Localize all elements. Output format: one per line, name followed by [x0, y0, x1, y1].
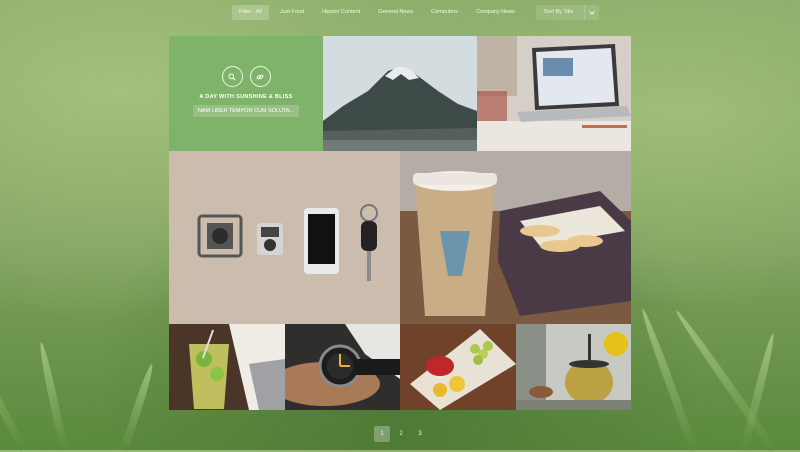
- featured-item-overlay[interactable]: A DAY WITH SUNSHINE & BLISS NAM LIBER TE…: [169, 36, 323, 151]
- page-1-button[interactable]: 1: [374, 426, 390, 442]
- sort-dropdown-label: Sort By Title: [543, 9, 574, 15]
- portfolio-item-mountain[interactable]: [323, 36, 477, 151]
- permalink-button[interactable]: [249, 66, 271, 87]
- page-2-button[interactable]: 2: [393, 426, 409, 442]
- portfolio-item-watch[interactable]: [285, 324, 400, 410]
- portfolio-item-laptop[interactable]: [477, 36, 631, 151]
- portfolio-grid: A DAY WITH SUNSHINE & BLISS NAM LIBER TE…: [169, 36, 631, 410]
- mountain-image: [323, 36, 477, 151]
- overlay-actions: [221, 66, 271, 87]
- pagination: 1 2 3: [374, 426, 428, 442]
- zoom-button[interactable]: [221, 66, 243, 87]
- grass-blade: [0, 324, 28, 452]
- gear-image: [169, 151, 400, 324]
- laptop-image: [477, 36, 631, 151]
- portfolio-item-gear[interactable]: [169, 151, 400, 324]
- search-icon: [228, 68, 236, 86]
- filter-bar: Filter - All Just Food Hipster Content G…: [232, 5, 599, 20]
- filter-hipster-content-button[interactable]: Hipster Content: [315, 5, 367, 20]
- watch-image: [285, 324, 400, 410]
- tea-image: [516, 324, 631, 410]
- grass-blade: [120, 363, 156, 452]
- drink-image: [169, 324, 285, 410]
- portfolio-item-tea[interactable]: [516, 324, 631, 410]
- page-3-button[interactable]: 3: [412, 426, 428, 442]
- sort-dropdown[interactable]: Sort By Title: [535, 5, 599, 20]
- portfolio-item-drink[interactable]: [169, 324, 285, 410]
- filter-all-button[interactable]: Filter - All: [232, 5, 269, 20]
- filter-company-news-button[interactable]: Company News: [469, 5, 522, 20]
- filter-just-food-button[interactable]: Just Food: [273, 5, 311, 20]
- chevron-down-icon: [583, 5, 599, 20]
- filter-general-news-button[interactable]: General News: [371, 5, 420, 20]
- item-excerpt: NAM LIBER TEMPOR CUM SOLUTA...: [192, 105, 300, 117]
- grass-blade: [37, 341, 68, 451]
- vegetables-image: [400, 324, 516, 410]
- item-title: A DAY WITH SUNSHINE & BLISS: [199, 94, 293, 100]
- portfolio-item-coffee[interactable]: [400, 151, 631, 324]
- coffee-image: [400, 151, 631, 324]
- portfolio-item-vegetables[interactable]: [400, 324, 516, 410]
- filter-computers-button[interactable]: Computers: [424, 5, 465, 20]
- link-icon: [256, 68, 264, 86]
